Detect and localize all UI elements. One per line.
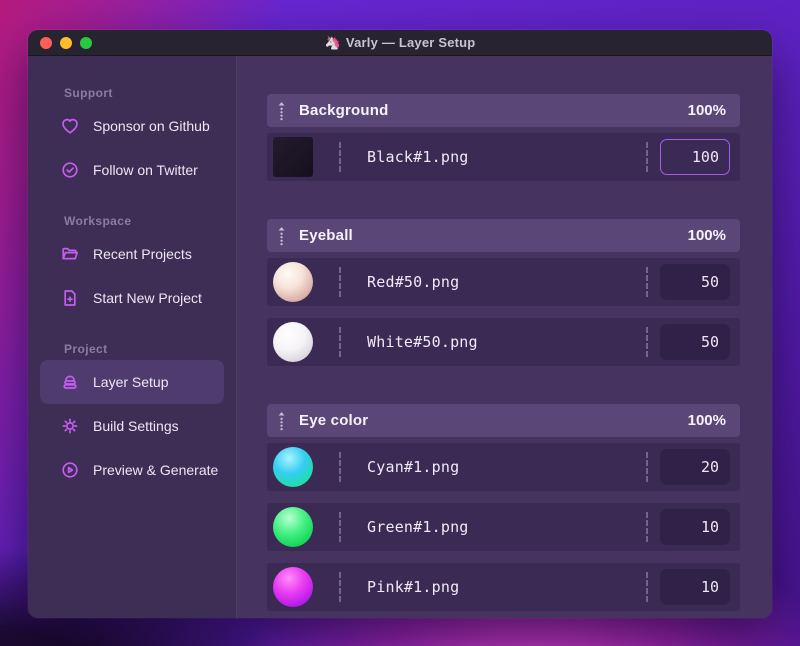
file-plus-icon: [60, 288, 80, 308]
layer-filename: Green#1.png: [367, 518, 469, 536]
sidebar-item-label: Preview & Generate: [93, 462, 219, 478]
layer-weight-input[interactable]: [660, 264, 730, 300]
layer-filename: Cyan#1.png: [367, 458, 460, 476]
layer-weight-input[interactable]: [660, 509, 730, 545]
unicorn-app-icon: 🦄: [324, 34, 341, 50]
dotted-divider: [339, 452, 341, 482]
layer-group-header[interactable]: Eye color 100%: [267, 404, 740, 437]
layer-group: Eyeball 100% Red#50.png White#50.png: [267, 219, 740, 366]
dotted-divider: [646, 572, 648, 602]
dotted-divider: [339, 327, 341, 357]
app-window: 🦄 Varly — Layer Setup Support Sponsor on …: [28, 30, 772, 618]
layer-weight-input[interactable]: [660, 139, 730, 175]
sidebar-item-label: Follow on Twitter: [93, 162, 198, 178]
sidebar-item-label: Sponsor on Github: [93, 118, 210, 134]
sidebar-section: Project Layer Setup Build Settings Previ…: [40, 342, 224, 492]
layer-setup-panel: Background 100% Black#1.png Eyeball: [237, 56, 772, 618]
red-layer-thumbnail: [273, 262, 313, 302]
drag-handle-icon[interactable]: [277, 226, 287, 246]
gear-icon: [60, 416, 80, 436]
layer-weight-input[interactable]: [660, 324, 730, 360]
sidebar-item-sponsor-on-github[interactable]: Sponsor on Github: [40, 104, 224, 148]
dotted-divider: [646, 512, 648, 542]
sidebar-item-build-settings[interactable]: Build Settings: [40, 404, 224, 448]
layer-group-name: Eyeball: [299, 227, 353, 244]
layer-filename: Black#1.png: [367, 148, 469, 166]
layer-row: Pink#1.png: [267, 563, 740, 611]
layer-row: White#50.png: [267, 318, 740, 366]
layer-group-weight: 100%: [687, 227, 726, 244]
sidebar-item-label: Layer Setup: [93, 374, 169, 390]
play-circle-icon: [60, 460, 80, 480]
window-title-text: Varly — Layer Setup: [345, 34, 476, 50]
folder-open-icon: [60, 244, 80, 264]
window-title: 🦄 Varly — Layer Setup: [28, 35, 772, 51]
layer-weight-input[interactable]: [660, 569, 730, 605]
layer-row: Cyan#1.png: [267, 443, 740, 491]
sidebar-item-preview-generate[interactable]: Preview & Generate: [40, 448, 224, 492]
pink-layer-thumbnail: [273, 567, 313, 607]
dotted-divider: [646, 267, 648, 297]
layer-group-weight: 100%: [687, 102, 726, 119]
titlebar[interactable]: 🦄 Varly — Layer Setup: [28, 30, 772, 56]
black-layer-thumbnail: [273, 137, 313, 177]
layer-group-header[interactable]: Eyeball 100%: [267, 219, 740, 252]
layer-group-weight: 100%: [687, 412, 726, 429]
badge-check-icon: [60, 160, 80, 180]
layer-rows: Red#50.png White#50.png: [267, 258, 740, 366]
drag-handle-icon[interactable]: [277, 411, 287, 431]
sidebar-item-label: Build Settings: [93, 418, 179, 434]
layer-group-name: Eye color: [299, 412, 369, 429]
layer-row: Green#1.png: [267, 503, 740, 551]
layer-group: Eye color 100% Cyan#1.png Green#1.png Pi…: [267, 404, 740, 611]
white-layer-thumbnail: [273, 322, 313, 362]
dotted-divider: [339, 572, 341, 602]
drag-handle-icon[interactable]: [277, 101, 287, 121]
layer-rows: Black#1.png: [267, 133, 740, 181]
sidebar-item-label: Recent Projects: [93, 246, 192, 262]
dotted-divider: [339, 512, 341, 542]
sidebar-item-layer-setup[interactable]: Layer Setup: [40, 360, 224, 404]
dotted-divider: [339, 267, 341, 297]
layer-filename: Red#50.png: [367, 273, 460, 291]
layers-icon: [60, 372, 80, 392]
sidebar-section-label: Project: [64, 342, 108, 356]
heart-icon: [60, 116, 80, 136]
dotted-divider: [646, 142, 648, 172]
layer-rows: Cyan#1.png Green#1.png Pink#1.png: [267, 443, 740, 611]
sidebar-section: Workspace Recent Projects Start New Proj…: [40, 214, 224, 320]
layer-row: Black#1.png: [267, 133, 740, 181]
cyan-layer-thumbnail: [273, 447, 313, 487]
dotted-divider: [646, 452, 648, 482]
sidebar-item-label: Start New Project: [93, 290, 202, 306]
layer-filename: White#50.png: [367, 333, 478, 351]
green-layer-thumbnail: [273, 507, 313, 547]
layer-weight-input[interactable]: [660, 449, 730, 485]
sidebar-section-label: Support: [64, 86, 113, 100]
layer-filename: Pink#1.png: [367, 578, 460, 596]
sidebar-item-recent-projects[interactable]: Recent Projects: [40, 232, 224, 276]
layer-group-name: Background: [299, 102, 389, 119]
dotted-divider: [339, 142, 341, 172]
sidebar-section-label: Workspace: [64, 214, 132, 228]
window-body: Support Sponsor on Github Follow on Twit…: [28, 56, 772, 618]
sidebar-section: Support Sponsor on Github Follow on Twit…: [40, 86, 224, 192]
layer-row: Red#50.png: [267, 258, 740, 306]
sidebar: Support Sponsor on Github Follow on Twit…: [28, 56, 237, 618]
sidebar-item-follow-on-twitter[interactable]: Follow on Twitter: [40, 148, 224, 192]
sidebar-item-start-new-project[interactable]: Start New Project: [40, 276, 224, 320]
dotted-divider: [646, 327, 648, 357]
layer-group: Background 100% Black#1.png: [267, 94, 740, 181]
layer-group-header[interactable]: Background 100%: [267, 94, 740, 127]
